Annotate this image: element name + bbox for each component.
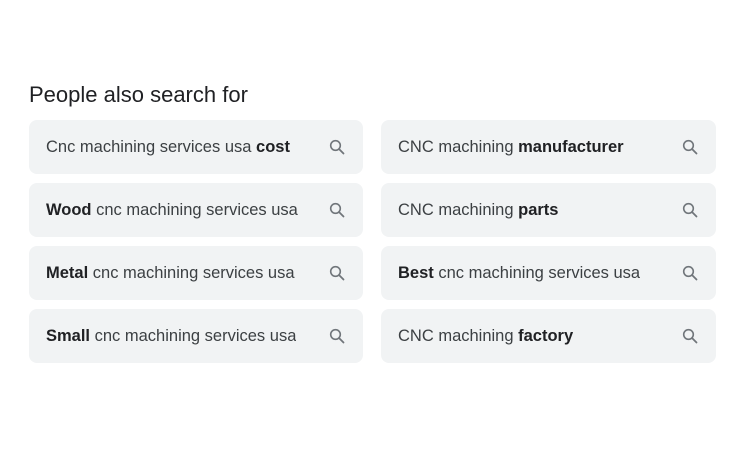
suggestion-chip[interactable]: Best cnc machining services usa — [381, 246, 716, 300]
suggestion-text: Metal cnc machining services usa — [46, 263, 295, 282]
search-icon — [328, 264, 346, 282]
suggestion-chip[interactable]: Cnc machining services usa cost — [29, 120, 363, 174]
search-icon — [328, 201, 346, 219]
suggestion-chip[interactable]: CNC machining factory — [381, 309, 716, 363]
search-icon — [681, 327, 699, 345]
suggestion-text: Small cnc machining services usa — [46, 326, 297, 345]
suggestion-text: CNC machining manufacturer — [398, 137, 624, 156]
suggestion-chip[interactable]: CNC machining manufacturer — [381, 120, 716, 174]
people-also-search-section: People also search for Cnc machining ser… — [29, 80, 717, 363]
search-icon — [328, 138, 346, 156]
suggestions-grid: Cnc machining services usa cost CNC mach… — [29, 120, 717, 363]
suggestion-text: Wood cnc machining services usa — [46, 200, 298, 219]
suggestion-chip[interactable]: CNC machining parts — [381, 183, 716, 237]
suggestion-text: CNC machining factory — [398, 326, 574, 345]
suggestion-chip[interactable]: Small cnc machining services usa — [29, 309, 363, 363]
suggestion-chip[interactable]: Metal cnc machining services usa — [29, 246, 363, 300]
search-icon — [328, 327, 346, 345]
suggestion-chip[interactable]: Wood cnc machining services usa — [29, 183, 363, 237]
suggestion-text: Cnc machining services usa cost — [46, 137, 290, 156]
search-icon — [681, 201, 699, 219]
section-title: People also search for — [29, 82, 248, 107]
suggestion-text: CNC machining parts — [398, 200, 559, 219]
search-icon — [681, 264, 699, 282]
suggestion-text: Best cnc machining services usa — [398, 263, 641, 282]
search-icon — [681, 138, 699, 156]
